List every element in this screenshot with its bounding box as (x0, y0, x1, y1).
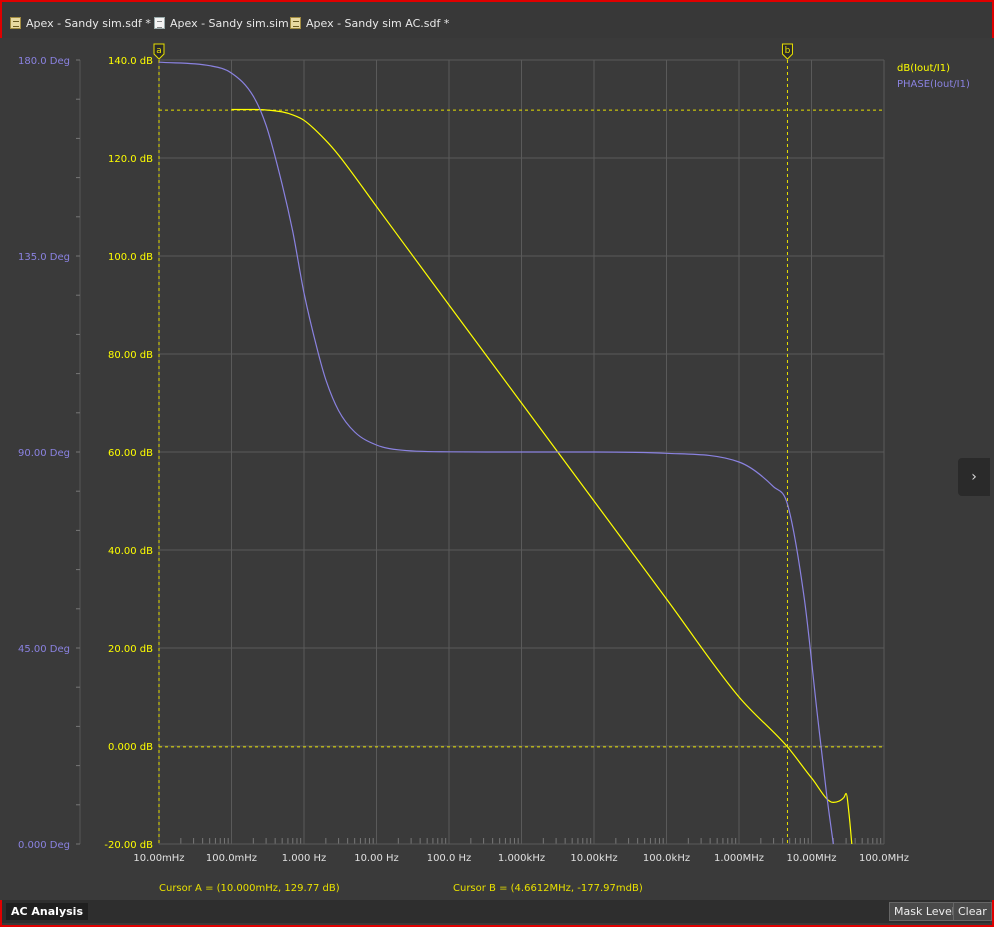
x-tick-label: 10.00 Hz (354, 853, 399, 864)
document-icon (154, 17, 165, 29)
waveform-doc-icon (10, 17, 21, 29)
tab-sim[interactable]: Apex - Sandy sim.sim (154, 14, 289, 32)
ac-analysis-chart[interactable]: 10.00mHz 100.0mHz 1.000 Hz 10.00 Hz 100.0 Hz… (0, 38, 994, 900)
db-tick-label: 0.000 dB (108, 742, 153, 753)
legend-db-entry: dB(Iout/I1) (897, 63, 950, 74)
phase-tick-label: 0.000 Deg (18, 840, 70, 851)
status-bar: AC Analysis Mask Level Clear (2, 900, 992, 923)
cursor-a-label: a (156, 46, 162, 56)
chevron-right-icon: › (971, 469, 977, 485)
db-series-line (231, 108, 853, 845)
tab-label: Apex - Sandy sim.sim (170, 16, 289, 30)
phase-series-line (158, 61, 834, 845)
x-tick-label: 100.0MHz (859, 853, 909, 864)
x-tick-label: 1.000kHz (498, 853, 545, 864)
x-tick-label: 100.0kHz (643, 853, 690, 864)
x-tick-label: 10.00kHz (570, 853, 617, 864)
db-tick-label: 120.0 dB (108, 154, 153, 165)
cursor-b-readout: Cursor B = (4.6612MHz, -177.97mdB) (453, 883, 643, 894)
x-tick-label: 100.0 Hz (427, 853, 472, 864)
db-tick-label: -20.00 dB (104, 840, 153, 851)
expand-panel-arrow[interactable]: › (958, 458, 990, 496)
phase-tick-label: 45.00 Deg (18, 644, 70, 655)
clear-button[interactable]: Clear (953, 902, 992, 921)
tab-ac-analysis[interactable]: AC Analysis (6, 903, 88, 920)
phase-tick-label: 180.0 Deg (18, 56, 70, 67)
cursor-b-label: b (785, 46, 791, 56)
tab-label: Apex - Sandy sim.sdf * (26, 16, 151, 30)
db-tick-label: 140.0 dB (108, 56, 153, 67)
db-tick-label: 80.00 dB (108, 350, 153, 361)
plot-area[interactable]: 10.00mHz 100.0mHz 1.000 Hz 10.00 Hz 100.0 Hz… (0, 38, 994, 900)
x-tick-label: 100.0mHz (206, 853, 257, 864)
waveform-doc-icon (290, 17, 301, 29)
tab-sdf[interactable]: Apex - Sandy sim.sdf * (10, 14, 151, 32)
phase-tick-label: 135.0 Deg (18, 252, 70, 263)
x-tick-label: 1.000MHz (714, 853, 764, 864)
x-tick-label: 1.000 Hz (282, 853, 327, 864)
legend-phase-entry: PHASE(Iout/I1) (897, 79, 970, 90)
document-tab-bar: Apex - Sandy sim.sdf * Apex - Sandy sim.… (2, 2, 992, 38)
cursor-a-readout: Cursor A = (10.000mHz, 129.77 dB) (159, 883, 340, 894)
mask-level-button[interactable]: Mask Level (889, 902, 960, 921)
db-tick-label: 100.0 dB (108, 252, 153, 263)
phase-tick-label: 90.00 Deg (18, 448, 70, 459)
db-tick-label: 40.00 dB (108, 546, 153, 557)
x-tick-label: 10.00mHz (133, 853, 184, 864)
db-tick-label: 20.00 dB (108, 644, 153, 655)
db-tick-label: 60.00 dB (108, 448, 153, 459)
tab-sdf-ac[interactable]: Apex - Sandy sim AC.sdf * (290, 14, 449, 32)
x-tick-label: 10.00MHz (786, 853, 836, 864)
tab-label: Apex - Sandy sim AC.sdf * (306, 16, 450, 30)
